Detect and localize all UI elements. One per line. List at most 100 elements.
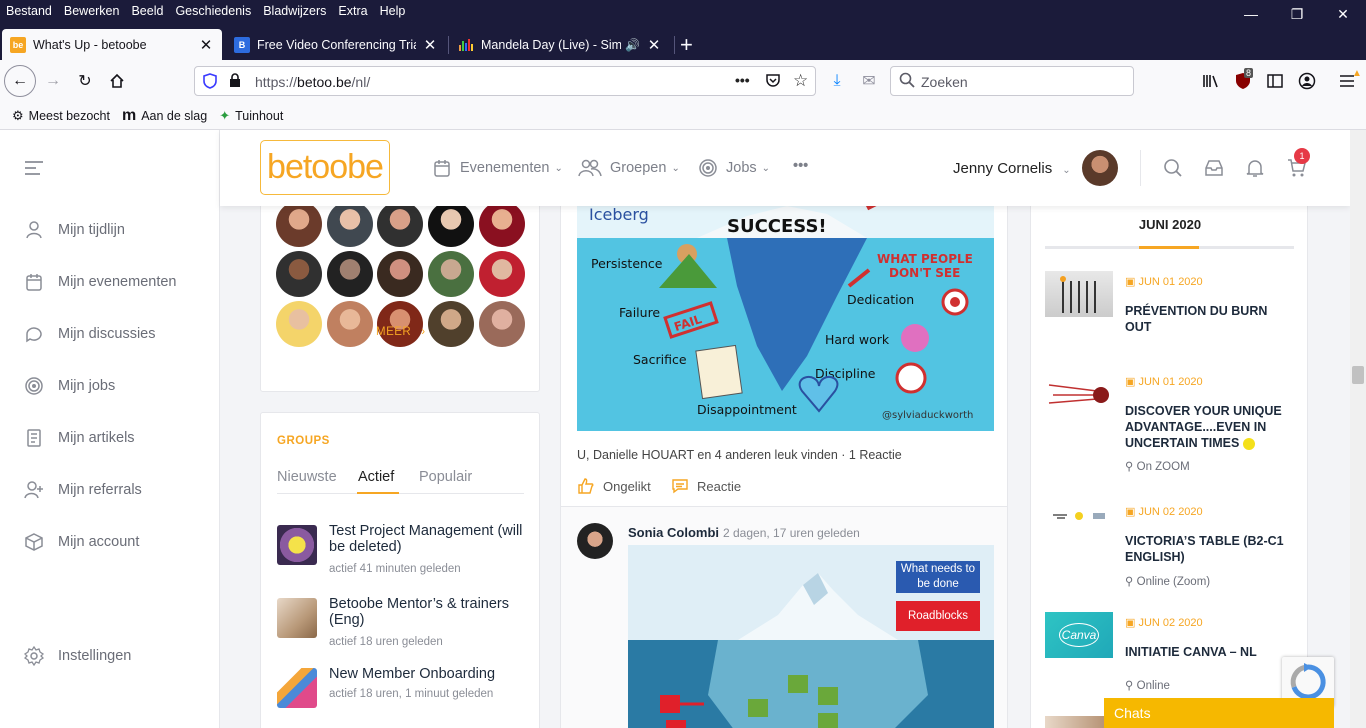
sidebar-toggle-icon[interactable] bbox=[24, 160, 44, 179]
page-scrollbar[interactable] bbox=[1350, 130, 1366, 728]
search-icon[interactable] bbox=[1161, 156, 1185, 180]
comment-button[interactable]: Reactie bbox=[671, 477, 741, 495]
ublock-icon[interactable]: 8 bbox=[1228, 66, 1258, 96]
member-avatar[interactable] bbox=[276, 251, 322, 297]
event-title[interactable]: INITIATIE CANVA – NL bbox=[1125, 644, 1285, 660]
post-author[interactable]: Sonia Colombi bbox=[628, 525, 719, 540]
event-title[interactable]: VICTORIA’S TABLE (B2-C1 ENGLISH) bbox=[1125, 533, 1285, 565]
sidebar-item-artikels[interactable]: Mijn artikels bbox=[24, 428, 135, 448]
download-icon[interactable]: ⤓ bbox=[822, 66, 852, 96]
close-tab-icon[interactable]: ✕ bbox=[198, 36, 214, 54]
group-name[interactable]: Betoobe Mentor’s & trainers (Eng) bbox=[329, 596, 529, 628]
sidebar-item-tijdlijn[interactable]: Mijn tijdlijn bbox=[24, 220, 125, 240]
sidebar-item-account[interactable]: Mijn account bbox=[24, 532, 139, 552]
sidebar-item-referrals[interactable]: Mijn referrals bbox=[24, 480, 142, 500]
sidebar-item-instellingen[interactable]: Instellingen bbox=[24, 646, 131, 666]
close-tab-icon[interactable]: ✕ bbox=[646, 36, 662, 54]
sidebar-item-evenementen[interactable]: Mijn evenementen bbox=[24, 272, 177, 292]
shield-icon[interactable] bbox=[203, 73, 217, 92]
home-icon[interactable] bbox=[102, 66, 132, 96]
tab-actief[interactable]: Actief bbox=[358, 469, 394, 485]
member-avatar[interactable] bbox=[428, 201, 474, 247]
post-image-success-iceberg[interactable]: SUCCESS! Iceberg Persistence Failure FAI… bbox=[577, 206, 994, 431]
library-icon[interactable] bbox=[1196, 66, 1226, 96]
activity-feed: SUCCESS! Iceberg Persistence Failure FAI… bbox=[560, 206, 1008, 728]
member-avatar[interactable] bbox=[377, 301, 423, 347]
tab-betoobe[interactable]: be What's Up - betoobe ✕ bbox=[2, 29, 222, 60]
more-menu-icon[interactable]: ••• bbox=[793, 158, 808, 174]
bell-icon[interactable] bbox=[1243, 156, 1267, 180]
mail-icon[interactable]: ✉ bbox=[854, 66, 884, 96]
tab-mandela-day[interactable]: Mandela Day (Live) - Simple 🔊 ✕ bbox=[450, 30, 670, 60]
event-title[interactable]: DISCOVER YOUR UNIQUE ADVANTAGE....EVEN I… bbox=[1125, 403, 1285, 451]
success-text: SUCCESS! bbox=[727, 216, 827, 237]
tab-video-conferencing[interactable]: B Free Video Conferencing Trial | ✕ bbox=[226, 30, 446, 60]
sidebar-item-jobs[interactable]: Mijn jobs bbox=[24, 376, 115, 396]
settings-gear-icon bbox=[24, 646, 44, 666]
group-name[interactable]: New Member Onboarding bbox=[329, 666, 529, 682]
user-name[interactable]: Jenny Cornelis ⌄ bbox=[953, 160, 1071, 177]
sidebar-icon[interactable] bbox=[1260, 66, 1290, 96]
likes-summary[interactable]: U, Danielle HOUART en 4 anderen leuk vin… bbox=[577, 448, 902, 462]
group-name[interactable]: Test Project Management (will be deleted… bbox=[329, 523, 529, 555]
tab-populair[interactable]: Populair bbox=[419, 469, 472, 485]
nav-jobs[interactable]: Jobs ⌄ bbox=[698, 158, 770, 178]
hamburger-menu-icon[interactable]: ▲ bbox=[1332, 66, 1362, 96]
forward-icon[interactable]: → bbox=[38, 66, 68, 96]
back-icon[interactable]: ← bbox=[4, 65, 36, 97]
member-avatar[interactable] bbox=[327, 201, 373, 247]
post-image-iceberg[interactable]: What needs to be done Roadblocks bbox=[628, 545, 994, 728]
nav-evenementen[interactable]: Evenementen ⌄ bbox=[432, 158, 563, 178]
event-title[interactable]: PRÉVENTION DU BURN OUT bbox=[1125, 303, 1285, 335]
page-actions-icon[interactable]: ••• bbox=[735, 72, 750, 88]
search-input[interactable]: Zoeken bbox=[890, 66, 1134, 96]
lock-icon[interactable] bbox=[229, 73, 241, 91]
group-thumbnail bbox=[277, 525, 317, 565]
pocket-icon[interactable] bbox=[765, 72, 781, 91]
new-tab-icon[interactable]: + bbox=[678, 30, 704, 60]
inbox-icon[interactable] bbox=[1202, 156, 1226, 180]
member-avatar[interactable] bbox=[377, 251, 423, 297]
tab-nieuwste[interactable]: Nieuwste bbox=[277, 469, 337, 485]
menu-geschiedenis[interactable]: Geschiedenis bbox=[169, 4, 257, 18]
menu-bestand[interactable]: Bestand bbox=[0, 4, 58, 18]
bookmark-meest-bezocht[interactable]: ⚙ Meest bezocht bbox=[12, 108, 110, 124]
menu-bewerken[interactable]: Bewerken bbox=[58, 4, 126, 18]
chats-button[interactable]: Chats bbox=[1104, 698, 1334, 728]
member-avatar[interactable] bbox=[479, 301, 525, 347]
member-avatar[interactable] bbox=[479, 251, 525, 297]
member-avatar[interactable] bbox=[327, 301, 373, 347]
member-avatar[interactable] bbox=[428, 251, 474, 297]
sidebar-item-discussies[interactable]: Mijn discussies bbox=[24, 324, 156, 344]
menu-extra[interactable]: Extra bbox=[332, 4, 373, 18]
event-location: ⚲ On ZOOM bbox=[1125, 461, 1190, 473]
nav-groepen[interactable]: Groepen ⌄ bbox=[578, 158, 680, 178]
member-avatar[interactable] bbox=[276, 301, 322, 347]
avatar[interactable] bbox=[1082, 150, 1118, 186]
scrollbar-thumb[interactable] bbox=[1352, 366, 1364, 384]
speaker-icon[interactable]: 🔊 bbox=[625, 38, 640, 52]
betoobe-logo[interactable]: betoobe bbox=[260, 140, 390, 195]
member-avatar[interactable] bbox=[377, 201, 423, 247]
bookmark-aan-de-slag[interactable]: m Aan de slag bbox=[122, 107, 207, 125]
chat-icon bbox=[26, 327, 42, 343]
menu-bladwijzers[interactable]: Bladwijzers bbox=[257, 4, 332, 18]
dont-see-text: DON'T SEE bbox=[889, 266, 960, 280]
more-members-link[interactable]: MEER › bbox=[376, 326, 426, 338]
account-icon[interactable] bbox=[1292, 66, 1322, 96]
avatar[interactable] bbox=[577, 523, 613, 559]
menu-beeld[interactable]: Beeld bbox=[125, 4, 169, 18]
logo-text: betoobe bbox=[267, 148, 384, 186]
member-avatar[interactable] bbox=[479, 201, 525, 247]
menu-help[interactable]: Help bbox=[374, 4, 412, 18]
member-avatar[interactable] bbox=[428, 301, 474, 347]
member-avatar[interactable] bbox=[327, 251, 373, 297]
event-date: ▣ JUN 02 2020 bbox=[1125, 506, 1203, 518]
like-button[interactable]: Ongelikt bbox=[577, 477, 651, 495]
bookmark-star-icon[interactable]: ☆ bbox=[793, 71, 808, 91]
close-tab-icon[interactable]: ✕ bbox=[422, 36, 438, 54]
bookmark-tuinhout[interactable]: ✦ Tuinhout bbox=[219, 108, 283, 124]
reload-icon[interactable]: ↻ bbox=[70, 66, 100, 96]
address-bar[interactable]: https://betoo.be/nl/ ••• ☆ bbox=[194, 66, 816, 96]
member-avatar[interactable] bbox=[276, 201, 322, 247]
